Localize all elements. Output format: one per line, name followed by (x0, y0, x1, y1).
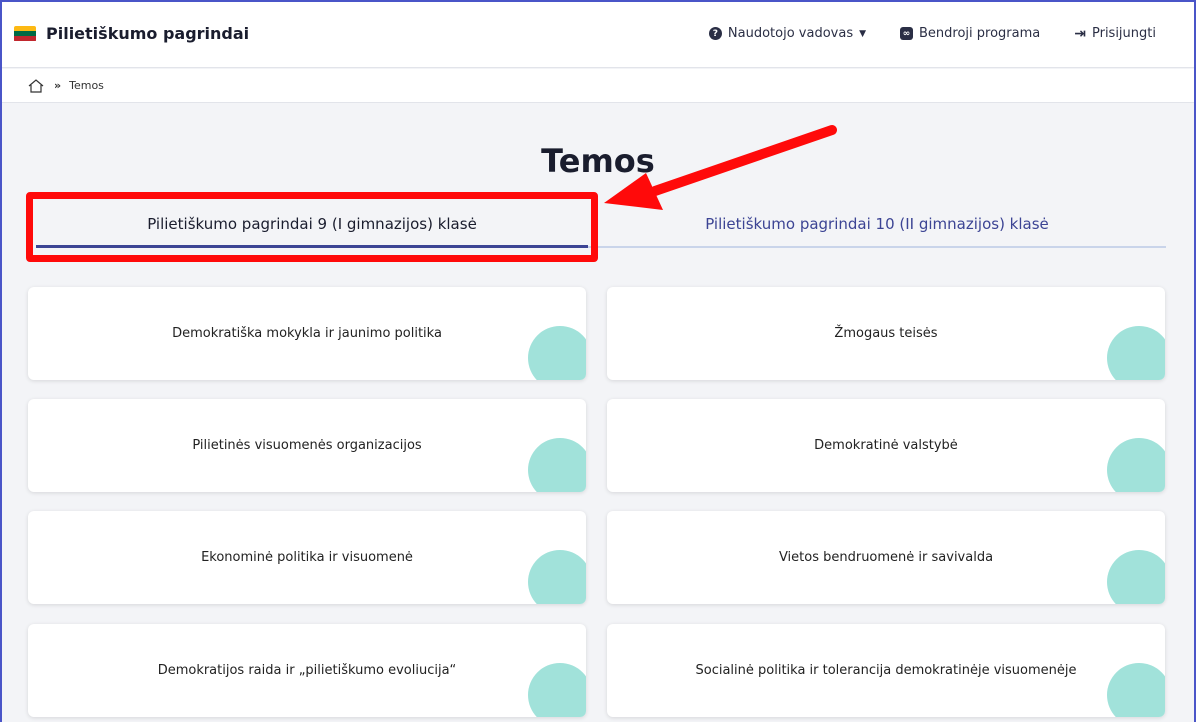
card-decoration (528, 438, 586, 492)
topic-card-label: Demokratiška mokykla ir jaunimo politika (172, 326, 442, 341)
topic-card-label: Demokratinė valstybė (814, 438, 958, 453)
topic-card-label: Demokratijos raida ir „pilietiškumo evol… (157, 663, 457, 678)
top-navbar: Pilietiškumo pagrindai ? Naudotojo vadov… (0, 0, 1196, 68)
brand-title: Pilietiškumo pagrindai (46, 24, 250, 43)
card-decoration (528, 663, 586, 717)
general-program-link[interactable]: ∞ Bendroji programa (900, 26, 1040, 41)
annotation-highlight-box (26, 192, 598, 262)
topic-card[interactable]: Žmogaus teisės (607, 287, 1165, 380)
topic-card-label: Žmogaus teisės (834, 326, 938, 341)
brand[interactable]: Pilietiškumo pagrindai (14, 24, 249, 43)
topic-card[interactable]: Demokratinė valstybė (607, 399, 1165, 492)
card-decoration (1107, 550, 1165, 604)
card-decoration (528, 550, 586, 604)
topic-card-label: Vietos bendruomenė ir savivalda (778, 550, 994, 565)
breadcrumb-current: Temos (69, 79, 104, 92)
user-guide-label: Naudotojo vadovas (727, 26, 854, 41)
lithuania-flag-icon (14, 25, 36, 42)
general-program-label: Bendroji programa (919, 26, 1041, 41)
user-guide-dropdown[interactable]: ? Naudotojo vadovas ▼ (708, 26, 867, 41)
card-decoration (1107, 326, 1165, 380)
sign-in-icon: ⇥ (1074, 25, 1086, 42)
breadcrumb: » Temos (0, 69, 1196, 103)
topic-card[interactable]: Pilietinės visuomenės organizacijos (28, 399, 586, 492)
topic-card[interactable]: Ekonominė politika ir visuomenė (28, 511, 586, 604)
page-title: Temos (541, 142, 655, 180)
tab-grade-10[interactable]: Pilietiškumo pagrindai 10 (II gimnazijos… (588, 202, 1166, 248)
login-link[interactable]: ⇥ Prisijungti (1074, 26, 1156, 42)
card-decoration (528, 326, 586, 380)
card-decoration (1107, 663, 1165, 717)
question-circle-icon: ? (708, 27, 722, 40)
login-label: Prisijungti (1091, 26, 1156, 41)
topic-card[interactable]: Socialinė politika ir tolerancija demokr… (607, 624, 1165, 717)
topic-card[interactable]: Vietos bendruomenė ir savivalda (607, 511, 1165, 604)
topic-card[interactable]: Demokratiška mokykla ir jaunimo politika (28, 287, 586, 380)
card-decoration (1107, 438, 1165, 492)
home-icon[interactable] (28, 78, 44, 93)
topic-card-label: Socialinė politika ir tolerancija demokr… (695, 663, 1077, 678)
caret-down-icon: ▼ (859, 28, 867, 39)
link-icon: ∞ (900, 27, 914, 40)
topic-card-label: Ekonominė politika ir visuomenė (201, 550, 413, 565)
topic-card-label: Pilietinės visuomenės organizacijos (192, 438, 422, 453)
breadcrumb-separator: » (54, 79, 62, 92)
topic-card[interactable]: Demokratijos raida ir „pilietiškumo evol… (28, 624, 586, 717)
